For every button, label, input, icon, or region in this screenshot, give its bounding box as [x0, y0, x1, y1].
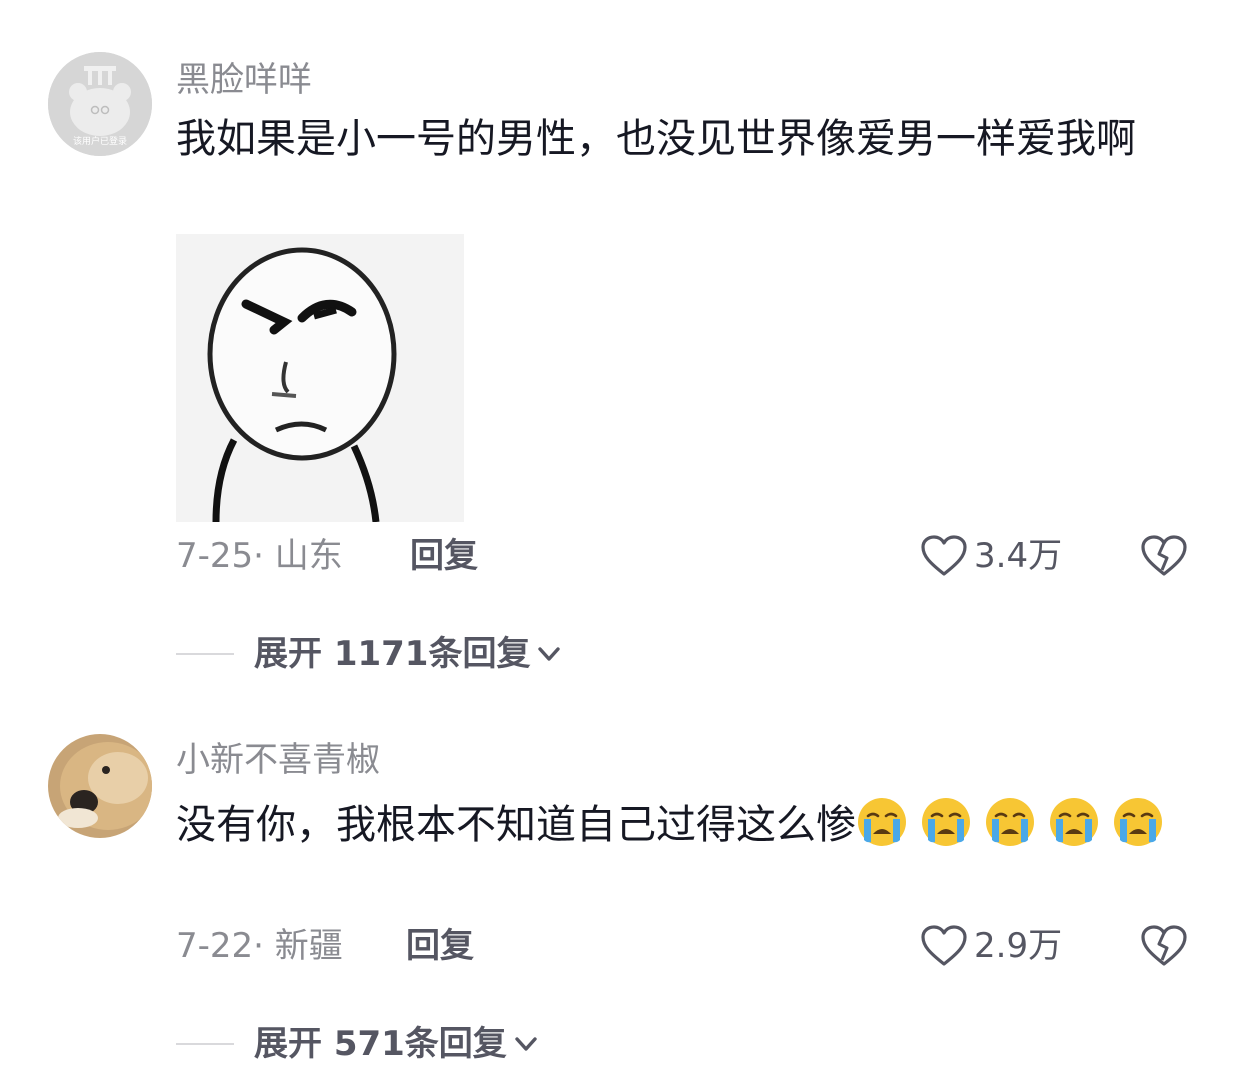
heart-icon — [921, 925, 967, 966]
crying-emoji — [858, 798, 906, 846]
expand-replies-button[interactable]: 展开 1171条回复 — [254, 634, 564, 674]
dog-avatar-icon — [48, 734, 152, 838]
expand-replies: 展开 571条回复 — [176, 1024, 541, 1064]
avatar-caption: 该用户已登录 — [72, 137, 127, 147]
dislike-button[interactable] — [1140, 534, 1188, 578]
meme-image[interactable] — [176, 234, 464, 522]
dislike-button[interactable] — [1140, 924, 1188, 968]
crying-emoji — [986, 798, 1034, 846]
divider-line — [176, 653, 234, 655]
like-button[interactable]: 3.4万 — [920, 534, 1062, 578]
crying-emoji — [1114, 798, 1162, 846]
meme-face-icon — [176, 234, 464, 522]
avatar[interactable]: 该用户已登录 — [48, 52, 152, 156]
reply-button[interactable]: 回复 — [406, 926, 474, 966]
divider-line — [176, 1043, 234, 1045]
comment-date-location: 7-25· 山东 — [176, 536, 343, 576]
crying-emoji — [1050, 798, 1098, 846]
expand-replies-button[interactable]: 展开 571条回复 — [254, 1024, 541, 1064]
expand-replies-label: 展开 1171条回复 — [254, 634, 531, 674]
expand-replies-label: 展开 571条回复 — [254, 1024, 507, 1064]
broken-heart-icon — [1141, 925, 1187, 966]
crying-emoji — [922, 798, 970, 846]
comment-text: 我如果是小一号的男性，也没见世界像爱男一样爱我啊 — [176, 116, 1136, 162]
chevron-down-icon — [538, 647, 561, 661]
avatar[interactable] — [48, 734, 152, 838]
like-count: 2.9万 — [974, 926, 1063, 966]
like-count: 3.4万 — [974, 536, 1063, 576]
comment-text-content: 没有你，我根本不知道自己过得这么惨 — [176, 802, 856, 848]
emoji-group — [856, 798, 1176, 848]
username[interactable]: 小新不喜青椒 — [176, 740, 380, 780]
heart-icon — [921, 535, 967, 576]
reply-button[interactable]: 回复 — [410, 536, 478, 576]
chevron-down-icon — [515, 1037, 537, 1051]
comment-date-location: 7-22· 新疆 — [176, 926, 343, 966]
username[interactable]: 黑脸咩咩 — [176, 60, 312, 100]
broken-heart-icon — [1141, 535, 1187, 576]
expand-replies: 展开 1171条回复 — [176, 634, 564, 674]
comment-text: 没有你，我根本不知道自己过得这么惨 — [176, 796, 1196, 852]
like-button[interactable]: 2.9万 — [920, 924, 1062, 968]
